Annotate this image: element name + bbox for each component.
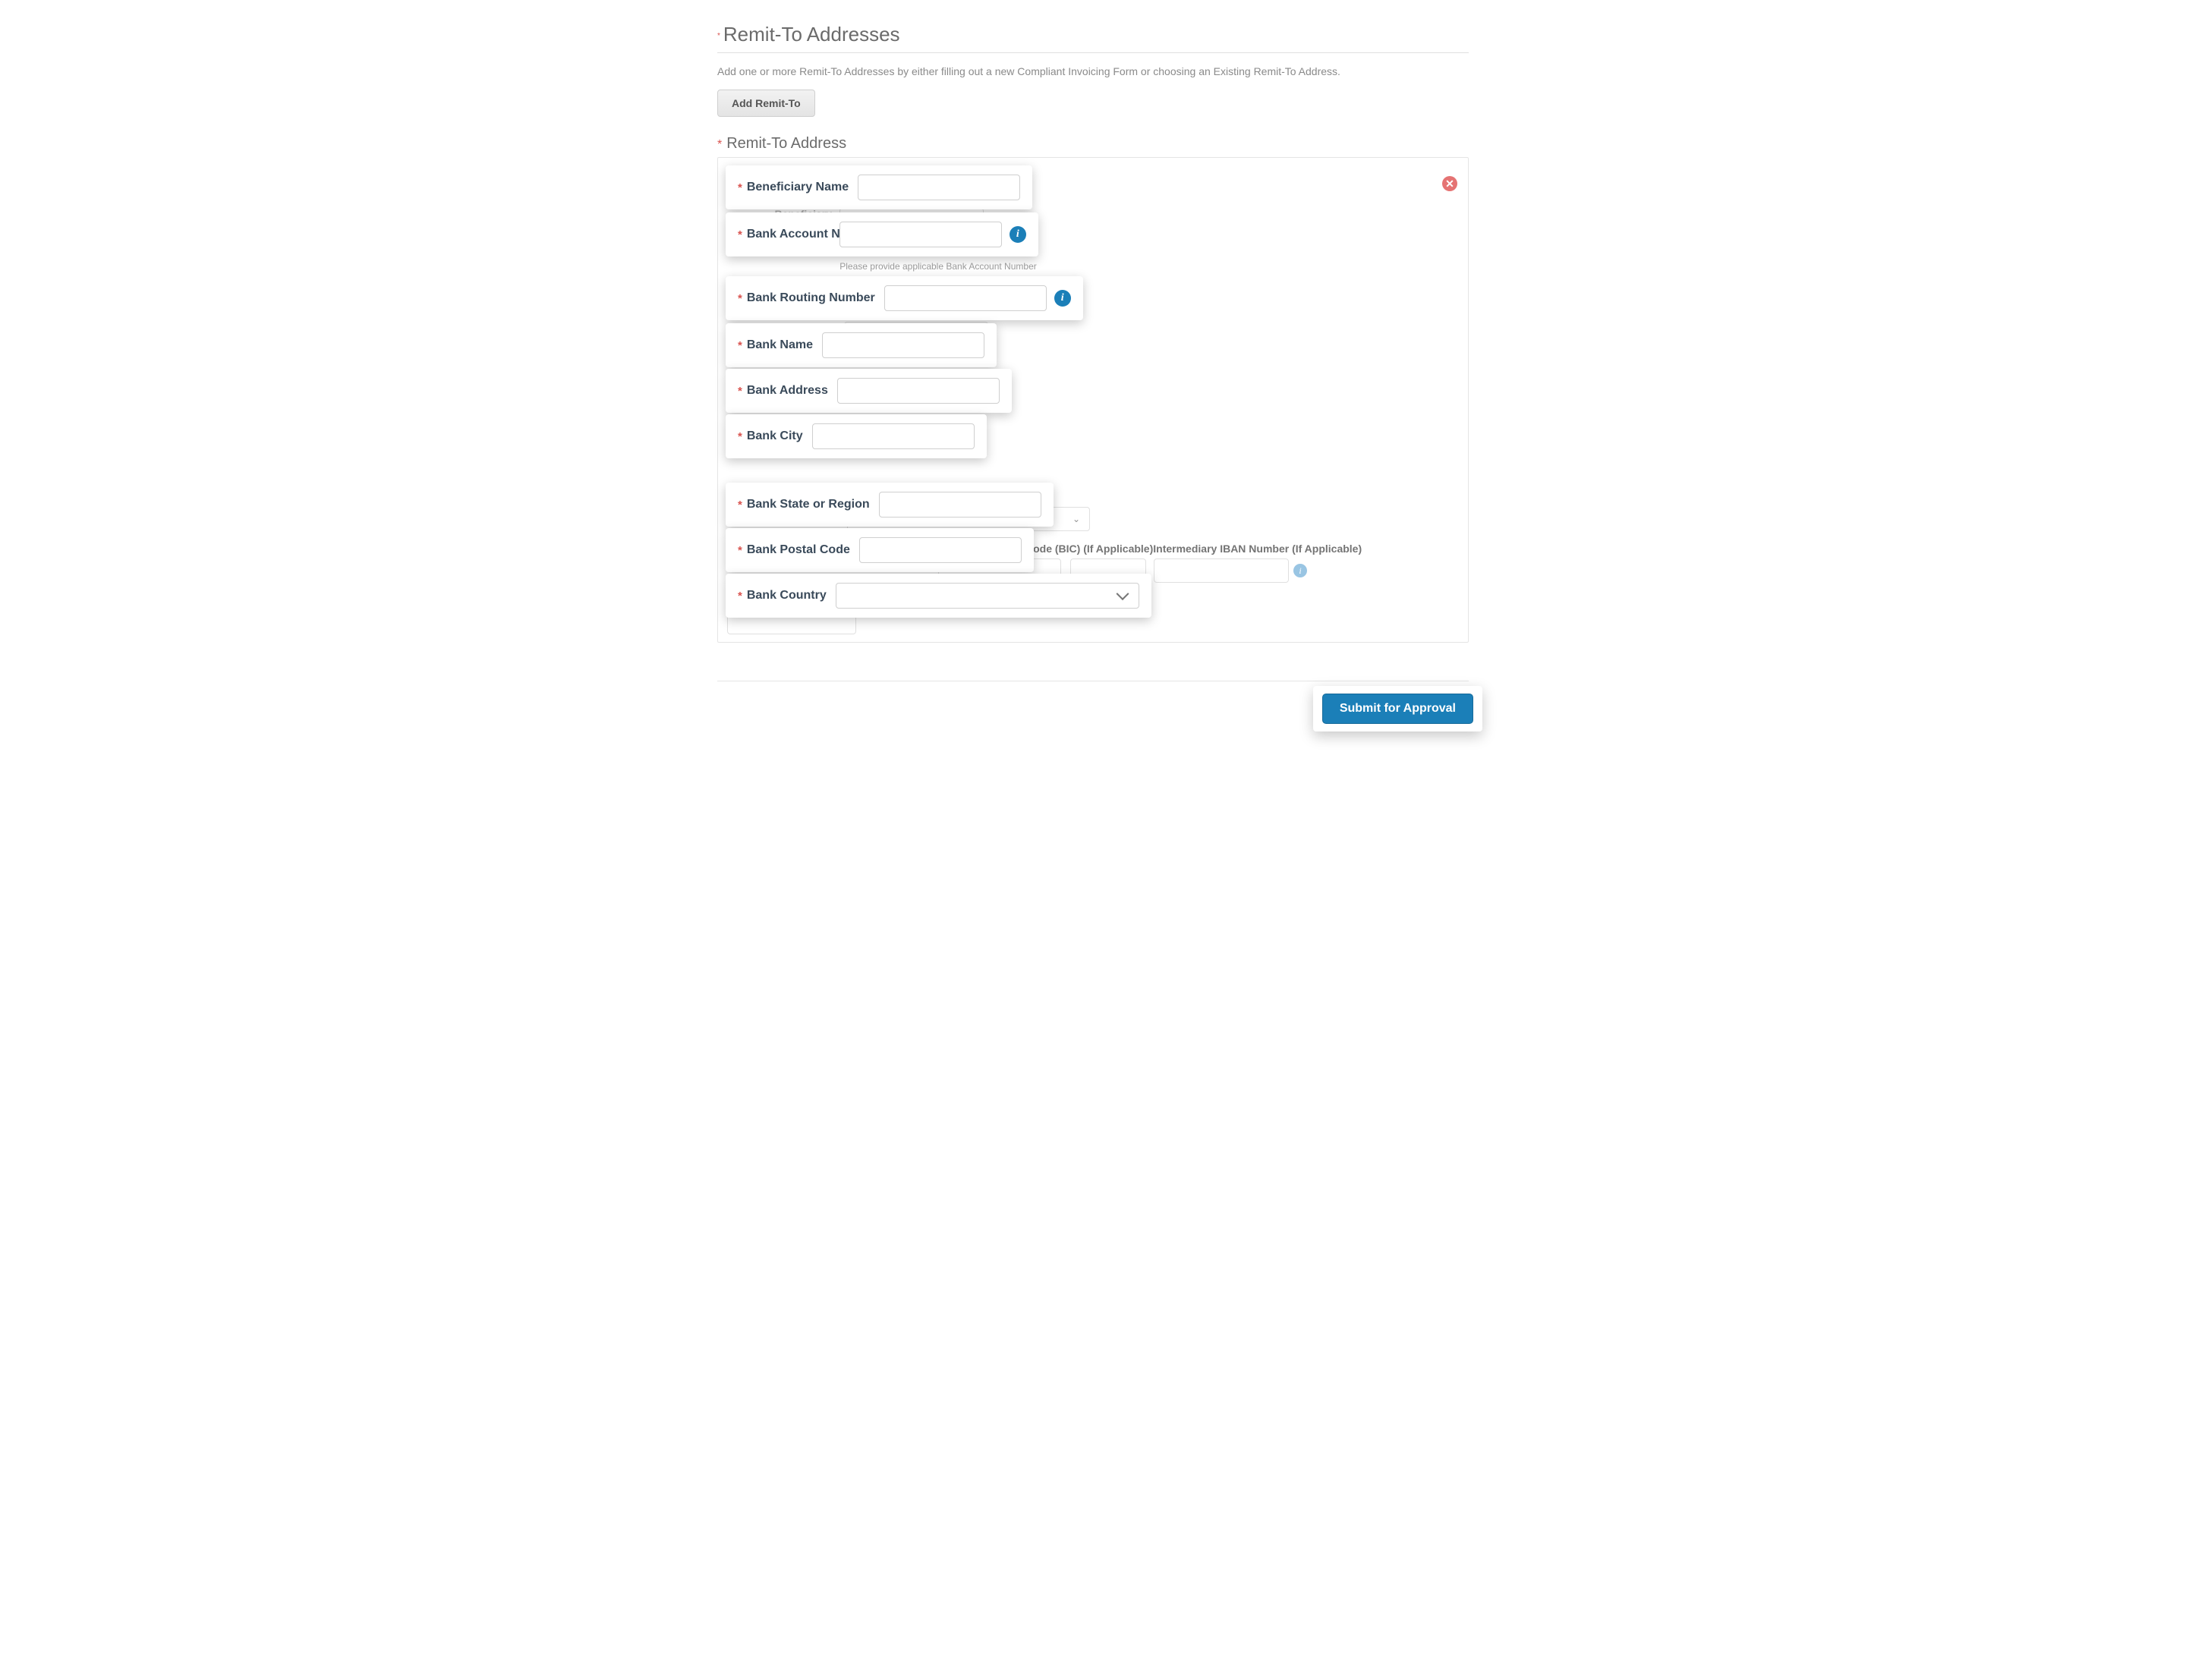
action-bar: Decline Sa Submit for Approval [717, 695, 1469, 724]
subsection-heading-text: Remit-To Address [726, 135, 846, 152]
bank-state-label: Bank State or Region [747, 498, 870, 511]
required-asterisk-icon: * [738, 228, 742, 241]
required-asterisk-icon: * [738, 181, 742, 194]
info-icon[interactable]: i [1010, 226, 1026, 243]
required-asterisk-icon: * [738, 499, 742, 511]
info-icon: i [1293, 564, 1307, 577]
bank-address-card: * Bank Address [726, 369, 1012, 413]
ghost-swift-iban-row: Code (BIC) (If Applicable)Intermediary I… [1025, 543, 1362, 556]
bank-postal-input[interactable] [859, 537, 1022, 563]
bank-address-input[interactable] [837, 378, 1000, 404]
required-asterisk-icon: * [738, 339, 742, 352]
info-icon[interactable]: i [1054, 290, 1071, 307]
beneficiary-name-input[interactable] [858, 175, 1020, 200]
bank-city-card: * Bank City [726, 414, 987, 458]
bank-country-select[interactable] [836, 583, 1139, 609]
bank-city-label: Bank City [747, 429, 803, 443]
bank-routing-number-card: * Bank Routing Number i [726, 276, 1083, 320]
beneficiary-name-label: Beneficiary Name [747, 181, 849, 194]
bank-country-label: Bank Country [747, 589, 827, 602]
bank-routing-number-input[interactable] [884, 285, 1047, 311]
ghost-iban-label: Intermediary IBAN Number (If Applicable) [1153, 543, 1362, 555]
submit-for-approval-button[interactable]: Submit for Approval [1322, 694, 1473, 724]
subsection-heading: * Remit-To Address [717, 135, 1469, 153]
section-title-text: Remit-To Addresses [723, 23, 900, 46]
bank-account-number-label: Bank Account Number [747, 227, 830, 241]
required-asterisk-icon: * [717, 138, 722, 151]
bank-account-number-input[interactable] [839, 222, 1002, 247]
ghost-swift-label: Code (BIC) (If Applicable) [1025, 543, 1153, 555]
remit-to-panel: ✕ Beneficiary Name Bank Name ⌄ Code (BIC… [717, 157, 1469, 643]
required-asterisk-icon: * [738, 430, 742, 443]
bank-account-number-card: * Bank Account Number i [726, 212, 1038, 256]
bank-postal-card: * Bank Postal Code [726, 528, 1034, 572]
bank-postal-label: Bank Postal Code [747, 543, 850, 557]
section-title: *Remit-To Addresses [717, 23, 1469, 53]
section-helper-text: Add one or more Remit-To Addresses by ei… [717, 65, 1469, 77]
required-asterisk-icon: * [717, 32, 720, 40]
chevron-down-icon: ⌄ [1073, 514, 1080, 524]
page-container: *Remit-To Addresses Add one or more Remi… [717, 23, 1469, 724]
bank-city-input[interactable] [812, 423, 975, 449]
required-asterisk-icon: * [738, 544, 742, 557]
submit-highlight-wrap: Submit for Approval [1313, 686, 1482, 731]
bank-account-hint: Please provide applicable Bank Account N… [839, 261, 1037, 272]
bank-address-label: Bank Address [747, 384, 828, 398]
bank-routing-number-label: Bank Routing Number [747, 291, 875, 305]
bank-country-card: * Bank Country [726, 574, 1151, 618]
bank-name-input[interactable] [822, 332, 984, 358]
required-asterisk-icon: * [738, 292, 742, 305]
bank-name-card: * Bank Name [726, 323, 997, 367]
bank-state-card: * Bank State or Region [726, 483, 1054, 527]
ghost-iban-input [1154, 558, 1289, 583]
add-remit-to-button[interactable]: Add Remit-To [717, 90, 815, 117]
bank-name-label: Bank Name [747, 338, 813, 352]
bank-state-input[interactable] [879, 492, 1041, 518]
close-icon[interactable]: ✕ [1442, 176, 1457, 191]
required-asterisk-icon: * [738, 590, 742, 602]
ghost-iban-input-row: i [1154, 558, 1307, 583]
required-asterisk-icon: * [738, 385, 742, 398]
beneficiary-name-card: * Beneficiary Name [726, 165, 1032, 209]
